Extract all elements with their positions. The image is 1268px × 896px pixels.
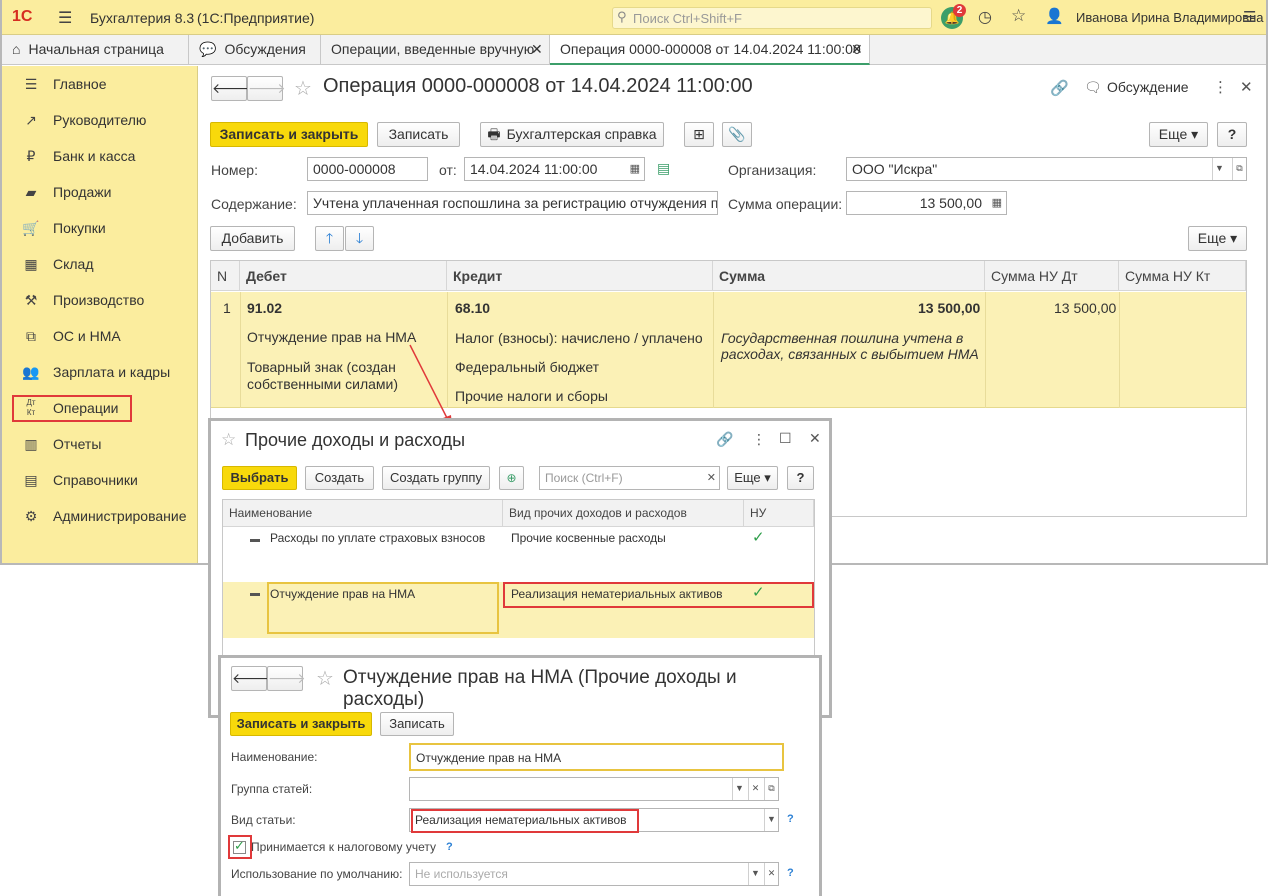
item-icon: ▬ — [250, 534, 260, 545]
item-form-window: 🡐 🡒 ☆ Отчуждение прав на НМА (Прочие дох… — [218, 655, 822, 896]
help-link[interactable]: ? — [446, 841, 453, 853]
group-label: Группа статей: — [231, 782, 313, 796]
chevron-down-icon[interactable]: ▼ — [732, 778, 746, 800]
check-icon: ✓ — [752, 529, 765, 546]
select-button[interactable]: Выбрать — [222, 466, 297, 490]
col-header-name[interactable]: Наименование — [223, 500, 503, 527]
help-link[interactable]: ? — [787, 867, 794, 879]
save-button[interactable]: Записать — [380, 712, 454, 736]
row-kind: Прочие косвенные расходы — [511, 531, 666, 545]
col-header-kind[interactable]: Вид прочих доходов и расходов — [503, 500, 744, 527]
kind-label: Вид статьи: — [231, 813, 296, 827]
more-button[interactable]: Еще ▾ — [727, 466, 778, 490]
row-name: Отчуждение прав на НМА — [270, 587, 416, 601]
more-label: Еще — [734, 470, 761, 485]
create-button[interactable]: Создать — [305, 466, 374, 490]
back-button[interactable]: 🡐 — [231, 666, 270, 691]
close-icon[interactable]: ✕ — [809, 430, 821, 447]
star-icon[interactable]: ☆ — [221, 430, 236, 450]
item-icon: ▬ — [250, 588, 260, 599]
link-icon[interactable]: 🔗 — [716, 431, 733, 448]
create-group-button[interactable]: Создать группу — [382, 466, 490, 490]
clear-icon[interactable]: ✕ — [764, 863, 778, 885]
help-link[interactable]: ? — [787, 813, 794, 825]
popup2-title: Отчуждение прав на НМА (Прочие доходы и … — [343, 667, 737, 710]
name-field[interactable]: Отчуждение прав на НМА — [409, 743, 784, 771]
popup1-title: Прочие доходы и расходы — [245, 430, 466, 450]
default-placeholder: Не используется — [415, 867, 508, 881]
row-name: Расходы по уплате страховых взносов — [270, 531, 486, 545]
group-field[interactable]: ▼ ✕ ⧉ — [409, 777, 779, 801]
save-close-button[interactable]: Записать и закрыть — [230, 712, 372, 736]
highlight-kind — [503, 582, 814, 608]
search-input[interactable]: Поиск (Ctrl+F) ✕ — [539, 466, 720, 490]
highlight-kind-field — [411, 809, 639, 833]
open-icon[interactable]: ⧉ — [764, 778, 778, 800]
arrow-1 — [409, 344, 449, 421]
tax-label[interactable]: Принимается к налоговому учету — [251, 840, 436, 854]
default-label: Использование по умолчанию: — [231, 867, 403, 881]
name-label: Наименование: — [231, 750, 318, 764]
chevron-down-icon[interactable]: ▼ — [764, 809, 778, 831]
forward-button[interactable]: 🡒 — [267, 666, 306, 691]
copy-button[interactable]: ⊕ — [499, 466, 524, 490]
table-row[interactable]: ▬ Расходы по уплате страховых взносов Пр… — [223, 528, 814, 582]
default-field[interactable]: Не используется ▼ ✕ — [409, 862, 779, 886]
highlight-tax-checkbox — [228, 835, 252, 859]
help-button[interactable]: ? — [787, 466, 814, 490]
search-placeholder: Поиск (Ctrl+F) — [545, 471, 623, 485]
clear-icon[interactable]: ✕ — [748, 778, 762, 800]
more-vert-icon[interactable]: ⋮ — [752, 431, 766, 448]
clear-icon[interactable]: ✕ — [707, 467, 716, 489]
items-table: Наименование Вид прочих доходов и расход… — [222, 499, 815, 659]
col-header-nu[interactable]: НУ — [744, 500, 814, 527]
maximize-icon[interactable]: ☐ — [779, 430, 792, 447]
star-icon[interactable]: ☆ — [316, 666, 334, 691]
chevron-down-icon[interactable]: ▼ — [748, 863, 762, 885]
